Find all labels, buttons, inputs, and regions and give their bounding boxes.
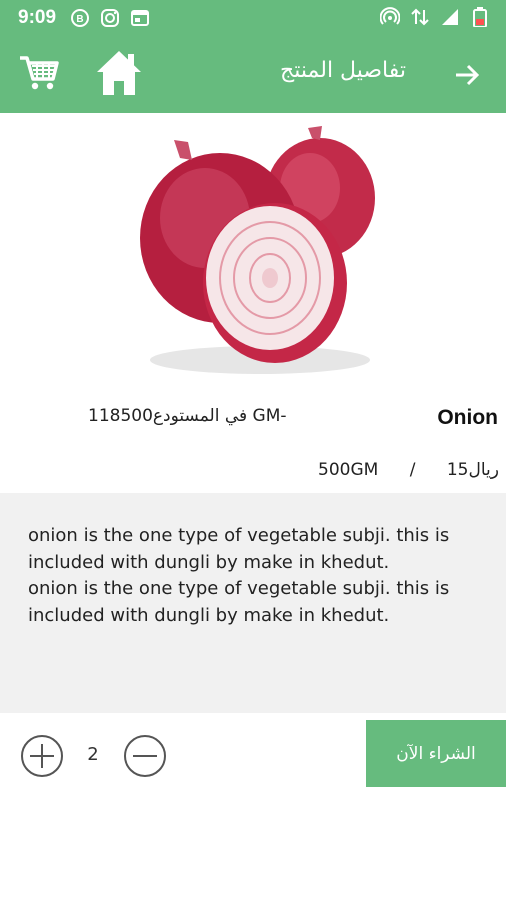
- description-box: onion is the one type of vegetable subji…: [0, 493, 506, 713]
- decrease-quantity-button[interactable]: [123, 734, 167, 778]
- plus-circle-icon: [21, 735, 63, 777]
- product-description: onion is the one type of vegetable subji…: [28, 525, 450, 626]
- battery-icon: [470, 7, 490, 27]
- buy-now-button[interactable]: الشراء الآن: [366, 720, 506, 787]
- quantity-row: 2 الشراء الآن: [0, 720, 506, 788]
- status-time: 9:09: [18, 7, 57, 28]
- home-icon: [97, 51, 141, 95]
- status-bar: 9:09 B: [0, 0, 506, 36]
- minus-circle-icon: [124, 735, 166, 777]
- home-button[interactable]: [94, 48, 144, 98]
- price-separator: /: [409, 460, 416, 480]
- product-name: Onion: [437, 406, 498, 429]
- page-title: تفاصيل المنتج: [280, 58, 406, 83]
- instagram-icon: [100, 8, 120, 28]
- arrow-right-icon: [456, 64, 480, 86]
- signal-icon: [440, 7, 460, 27]
- back-button[interactable]: [452, 60, 482, 90]
- b-badge-icon: B: [70, 8, 90, 28]
- cart-button[interactable]: [18, 52, 60, 94]
- product-image: [130, 118, 380, 388]
- product-unit: 500GM: [318, 460, 379, 480]
- calendar-icon: [130, 8, 150, 28]
- buy-now-label: الشراء الآن: [396, 743, 476, 764]
- status-system-icons: [380, 7, 490, 27]
- data-arrows-icon: [410, 7, 430, 27]
- hotspot-icon: [380, 7, 400, 27]
- cart-icon: [20, 56, 59, 90]
- product-price: ريال15: [446, 460, 499, 480]
- svg-text:B: B: [76, 14, 83, 25]
- product-stock: في المستودع118500 GM-: [88, 406, 287, 426]
- quantity-value: 2: [87, 744, 99, 765]
- status-notification-icons: B: [70, 8, 150, 28]
- app-bar: تفاصيل المنتج: [0, 36, 506, 113]
- top-bar: 9:09 B تفاصيل المنتج: [0, 0, 506, 113]
- increase-quantity-button[interactable]: [20, 734, 64, 778]
- price-row: 500GM / ريال15: [318, 460, 499, 480]
